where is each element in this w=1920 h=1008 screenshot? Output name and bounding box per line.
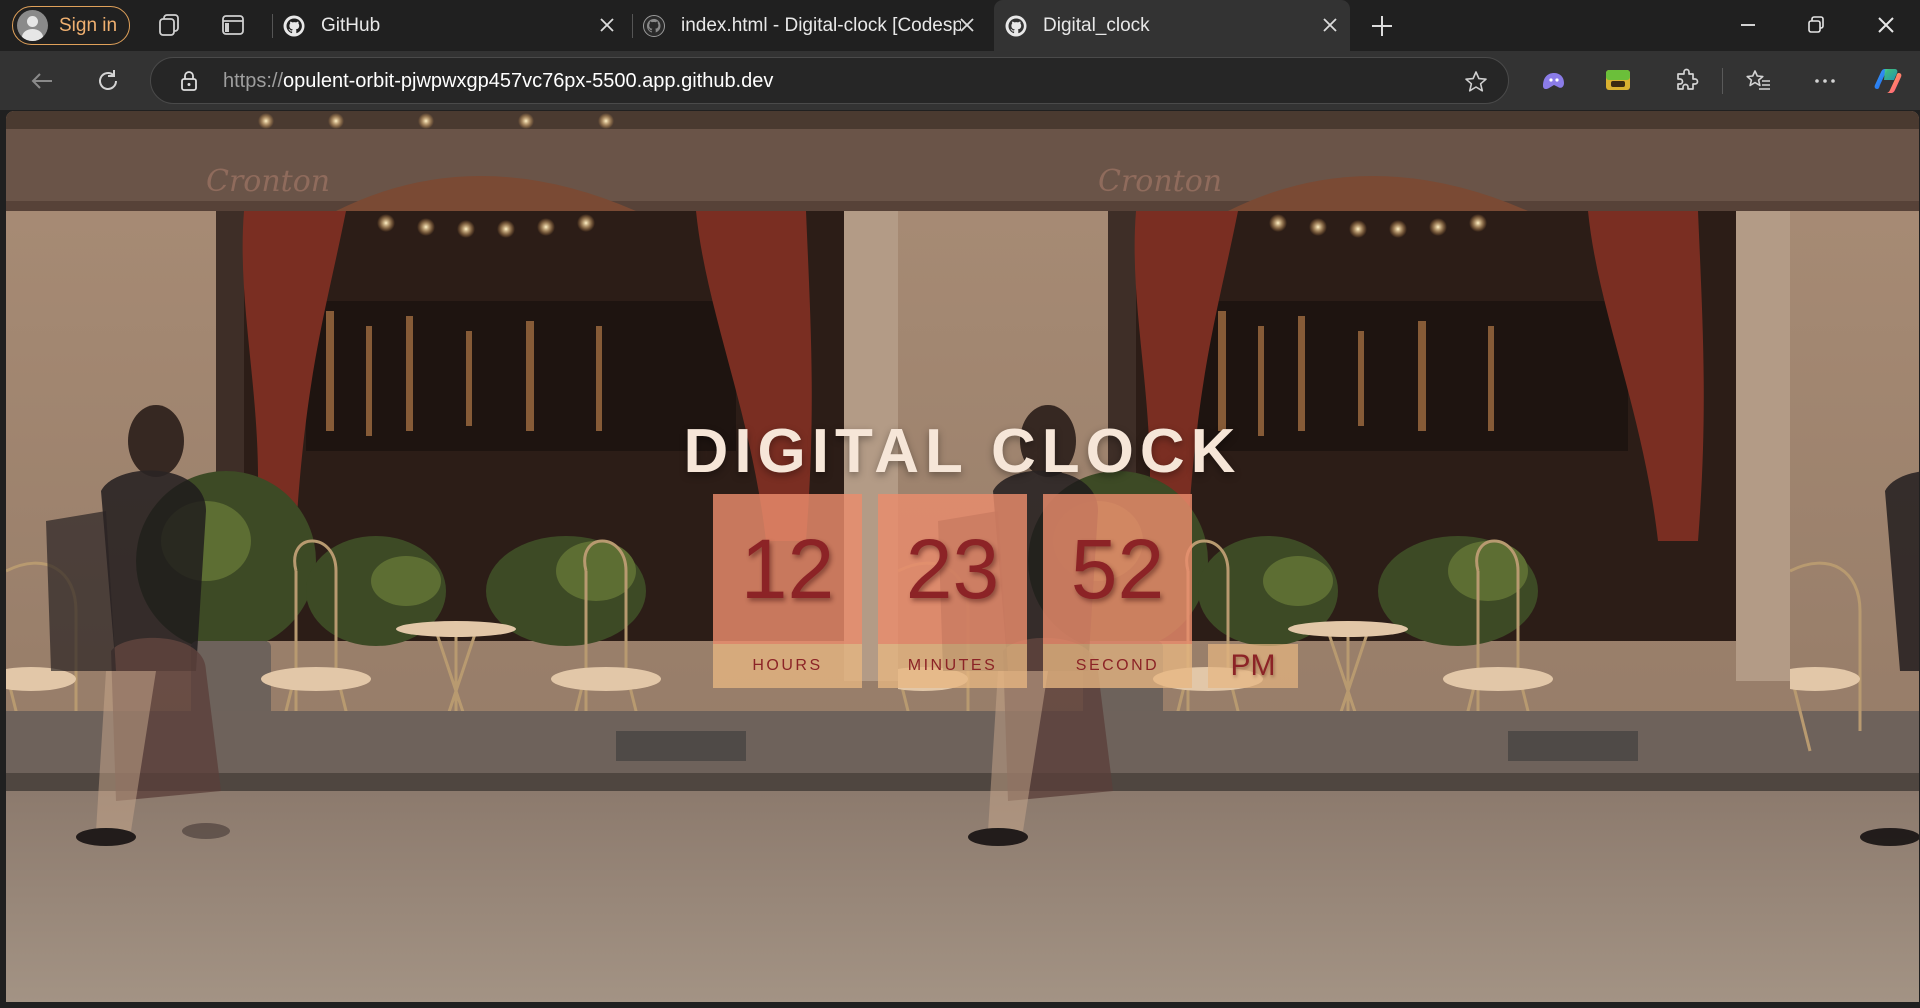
workspaces-icon[interactable] [156, 12, 182, 38]
lock-icon[interactable] [177, 69, 201, 93]
tab-separator [272, 14, 273, 38]
github-icon [1005, 15, 1027, 36]
browser-toolbar: https://opulent-orbit-pjwpwxgp457vc76px-… [0, 51, 1920, 110]
tab-title: GitHub [321, 14, 381, 36]
url-scheme: https:// [223, 70, 284, 92]
storefront-sign: Cronton [1098, 164, 1222, 199]
favorites-icon[interactable] [1743, 66, 1773, 96]
tab-github[interactable]: GitHub [282, 0, 627, 51]
background-photo: Cronton [898, 111, 1790, 1002]
seconds-unit: 52 SECOND [1043, 494, 1192, 688]
sign-in-button[interactable]: Sign in [12, 6, 130, 45]
close-tab-icon[interactable] [1318, 13, 1342, 37]
tab-codespaces[interactable]: index.html - Digital-clock [Codespaces] [642, 0, 987, 51]
tab-digital-clock[interactable]: Digital_clock [994, 0, 1350, 51]
hours-unit: 12 HOURS [713, 494, 862, 688]
minutes-unit: 23 MINUTES [878, 494, 1027, 688]
github-icon [643, 14, 665, 37]
close-tab-icon[interactable] [955, 13, 979, 37]
url-text[interactable]: https://opulent-orbit-pjwpwxgp457vc76px-… [223, 70, 773, 93]
extensions-puzzle-icon[interactable] [1671, 66, 1701, 96]
storefront-sign: Cronton [206, 164, 330, 199]
close-tab-icon[interactable] [595, 13, 619, 37]
tab-title: index.html - Digital-clock [Codespaces] [681, 14, 961, 36]
am-pm-indicator: PM [1208, 644, 1298, 688]
close-window-icon[interactable] [1873, 12, 1899, 38]
minutes-label: MINUTES [878, 644, 1027, 688]
github-icon [283, 15, 305, 36]
page-viewport: Cronton Cronton DIGITAL CLOCK 12 HOURS 2… [6, 111, 1919, 1002]
toolbar-divider [1722, 68, 1723, 94]
more-options-icon[interactable] [1810, 66, 1840, 96]
clock-title: DIGITAL CLOCK [683, 417, 1242, 486]
favorite-star-icon[interactable] [1462, 68, 1490, 96]
hours-value: 12 [713, 494, 862, 644]
background-photo [1790, 111, 1919, 1002]
extension-icon[interactable] [1603, 65, 1633, 95]
tab-separator [632, 14, 633, 38]
seconds-label: SECOND [1043, 644, 1192, 688]
minimize-icon[interactable] [1735, 12, 1761, 38]
new-tab-icon[interactable] [1368, 12, 1396, 40]
url-host: opulent-orbit-pjwpwxgp457vc76px-5500.app… [283, 70, 774, 92]
back-icon[interactable] [27, 66, 57, 96]
tab-strip: Sign in GitHub index.html - Digital-cloc… [0, 0, 1920, 51]
refresh-icon[interactable] [93, 66, 123, 96]
copilot-game-icon[interactable] [1538, 66, 1568, 96]
tab-title: Digital_clock [1043, 14, 1150, 36]
restore-icon[interactable] [1803, 12, 1829, 38]
sign-in-label: Sign in [59, 14, 118, 36]
address-bar[interactable]: https://opulent-orbit-pjwpwxgp457vc76px-… [150, 57, 1509, 104]
minutes-value: 23 [878, 494, 1027, 644]
hours-label: HOURS [713, 644, 862, 688]
vertical-tabs-icon[interactable] [220, 12, 246, 38]
seconds-value: 52 [1043, 494, 1192, 644]
copilot-icon[interactable] [1871, 64, 1905, 98]
profile-avatar-icon [17, 10, 48, 41]
